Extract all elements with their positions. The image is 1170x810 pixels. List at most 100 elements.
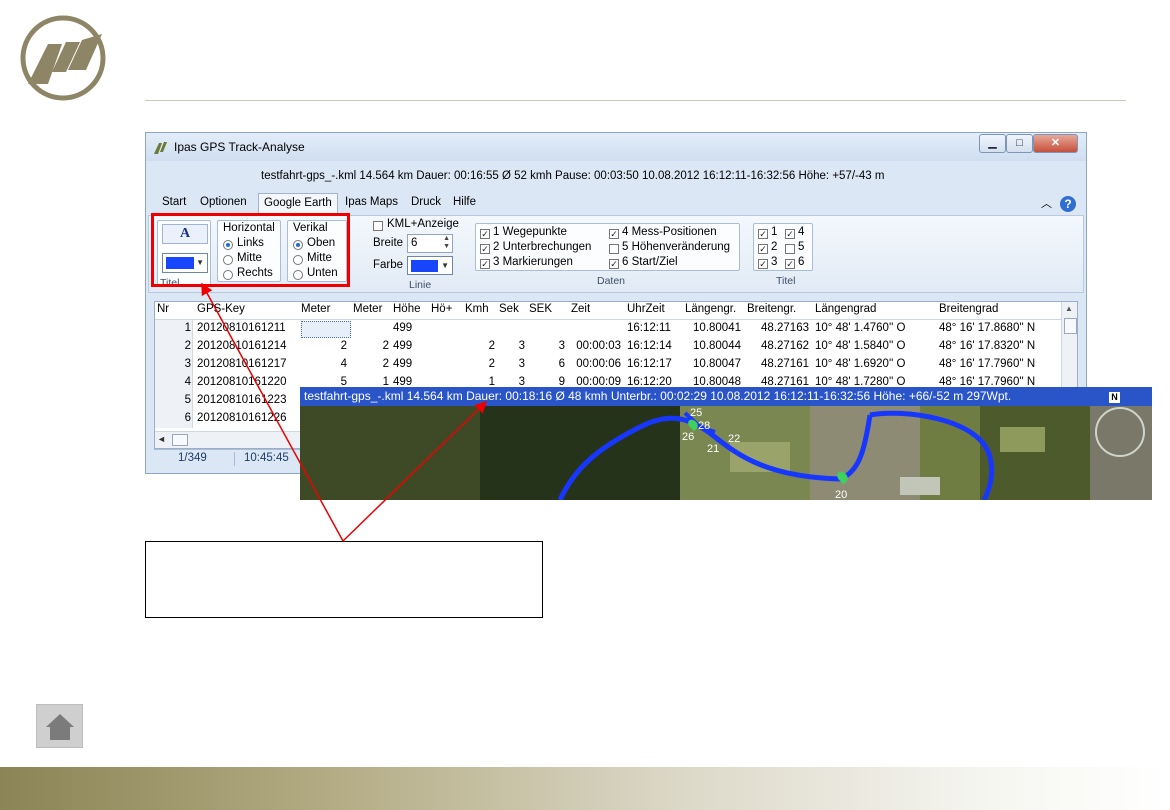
map-marker-25: 25: [690, 407, 703, 419]
column-header[interactable]: Längengr.: [685, 303, 736, 319]
table-cell: 2: [488, 340, 495, 352]
daten-check-2[interactable]: ✓: [480, 244, 490, 254]
table-cell: 10° 48' 1.4760'' O: [815, 322, 906, 334]
titel-check-3[interactable]: ✓: [758, 259, 768, 269]
callout-box: [145, 541, 543, 618]
table-cell: 3: [518, 340, 525, 352]
table-cell: 5: [184, 394, 191, 406]
daten-label-5: 5 Höhenveränderung: [622, 241, 731, 253]
breite-label: Breite: [373, 237, 404, 249]
titel-check-6[interactable]: ✓: [785, 259, 795, 269]
titel-numbers-label: Titel: [776, 275, 796, 287]
svg-text:?: ?: [1064, 197, 1071, 211]
daten-group: ✓ 1 Wegepunkte ✓ 4 Mess-Positionen ✓ 2 Unte…: [475, 218, 743, 292]
footer-gradient-bar: [0, 767, 1170, 810]
chevron-down-icon: ▼: [441, 261, 449, 270]
map-marker-28: 28: [698, 420, 711, 432]
close-button[interactable]: ✕: [1033, 134, 1078, 153]
breite-spinner[interactable]: 6 ▲ ▼: [407, 234, 453, 253]
table-cell: 2: [340, 340, 347, 352]
company-logo: [20, 15, 106, 101]
column-header[interactable]: Meter: [353, 303, 382, 319]
table-cell: 2: [382, 340, 389, 352]
line-color-swatch: [411, 260, 438, 272]
help-icon[interactable]: ?: [1059, 195, 1077, 213]
kml-checkbox[interactable]: [373, 221, 383, 231]
table-cell: 499: [393, 340, 413, 352]
kml-label: KML+Anzeige: [387, 218, 459, 230]
column-header[interactable]: Längengrad: [815, 303, 876, 319]
column-header[interactable]: Sek: [499, 303, 519, 319]
table-cell: 3: [558, 340, 565, 352]
status-time: 10:45:45: [244, 452, 289, 464]
scroll-up-icon[interactable]: ▲: [1065, 304, 1073, 313]
linie-group: KML+Anzeige Breite 6 ▲ ▼ Farbe ▼ Linie: [371, 218, 466, 292]
spinner-arrows-icon[interactable]: ▲ ▼: [443, 235, 450, 251]
titel-check-4[interactable]: ✓: [785, 229, 795, 239]
table-cell: 10° 48' 1.6920'' O: [815, 358, 906, 370]
track-summary: testfahrt-gps_-.kml 14.564 km Dauer: 00:…: [261, 170, 885, 182]
table-header: [155, 302, 1061, 320]
column-header[interactable]: Meter: [301, 303, 330, 319]
column-header[interactable]: SEK: [529, 303, 552, 319]
daten-label-4: 4 Mess-Positionen: [622, 226, 717, 238]
tab-google-earth[interactable]: Google Earth: [258, 193, 338, 215]
tab-ipas-maps[interactable]: Ipas Maps: [345, 196, 398, 208]
titel-check-2[interactable]: ✓: [758, 244, 768, 254]
app-logo-icon: [154, 142, 167, 154]
column-header[interactable]: Nr: [157, 303, 169, 319]
table-cell: 3: [518, 358, 525, 370]
column-header[interactable]: UhrZeit: [627, 303, 665, 319]
column-header[interactable]: GPS-Key: [197, 303, 245, 319]
table-cell: 4: [184, 376, 191, 388]
table-cell: 48.27163: [761, 322, 809, 334]
tab-start[interactable]: Start: [162, 196, 186, 208]
window-titlebar: Ipas GPS Track-Analyse ▁ □ ✕: [146, 133, 1086, 161]
scroll-left-icon[interactable]: ◄: [157, 434, 166, 444]
tab-hilfe[interactable]: Hilfe: [453, 196, 476, 208]
column-header[interactable]: Hö+: [431, 303, 452, 319]
daten-check-6[interactable]: ✓: [609, 259, 619, 269]
collapse-ribbon-icon[interactable]: ︿: [1041, 195, 1052, 211]
google-earth-map: 25 26 28 21 22 20 testfahrt-gps_-.kml 14…: [300, 387, 1152, 500]
titel-label-2: 2: [771, 241, 778, 253]
compass-icon: N: [1109, 392, 1120, 403]
line-color-picker[interactable]: ▼: [407, 256, 453, 275]
daten-label-3: 3 Markierungen: [493, 256, 573, 268]
table-cell: 48.27162: [761, 340, 809, 352]
hscroll-thumb[interactable]: [172, 434, 188, 446]
farbe-label: Farbe: [373, 259, 404, 271]
horizontal-scrollbar[interactable]: ◄: [155, 431, 315, 448]
home-button[interactable]: [36, 704, 83, 748]
menu-bar: Start Optionen Google Earth Ipas Maps Dr…: [146, 193, 1086, 215]
table-cell: 48° 16' 17.8680'' N: [939, 322, 1036, 334]
maximize-button[interactable]: □: [1006, 134, 1033, 153]
scroll-thumb[interactable]: [1064, 318, 1077, 334]
table-cell: 16:12:14: [627, 340, 672, 352]
table-cell: 10.80044: [693, 340, 741, 352]
daten-label-2: 2 Unterbrechungen: [493, 241, 592, 253]
table-cell: 00:00:03: [576, 340, 621, 352]
column-header[interactable]: Kmh: [465, 303, 489, 319]
selected-cell[interactable]: [301, 321, 351, 338]
table-cell: 16:12:17: [627, 358, 672, 370]
daten-check-4[interactable]: ✓: [609, 229, 619, 239]
daten-check-3[interactable]: ✓: [480, 259, 490, 269]
table-cell: 48° 16' 17.7960'' N: [939, 358, 1036, 370]
tab-druck[interactable]: Druck: [411, 196, 441, 208]
daten-check-5[interactable]: [609, 244, 619, 254]
titel-numbers-group: ✓ 1 ✓ 4 ✓ 2 5 ✓ 3 ✓ 6 Titel: [753, 218, 821, 292]
column-header[interactable]: Höhe: [393, 303, 421, 319]
column-header[interactable]: Zeit: [571, 303, 590, 319]
table-cell: 48.27161: [761, 358, 809, 370]
table-cell: 499: [393, 358, 413, 370]
daten-check-1[interactable]: ✓: [480, 229, 490, 239]
titel-check-1[interactable]: ✓: [758, 229, 768, 239]
daten-group-label: Daten: [597, 275, 626, 287]
table-cell: 20120810161211: [197, 322, 286, 334]
titel-check-5[interactable]: [785, 244, 795, 254]
column-header[interactable]: Breitengr.: [747, 303, 796, 319]
tab-optionen[interactable]: Optionen: [200, 196, 247, 208]
minimize-button[interactable]: ▁: [979, 134, 1006, 153]
column-header[interactable]: Breitengrad: [939, 303, 998, 319]
